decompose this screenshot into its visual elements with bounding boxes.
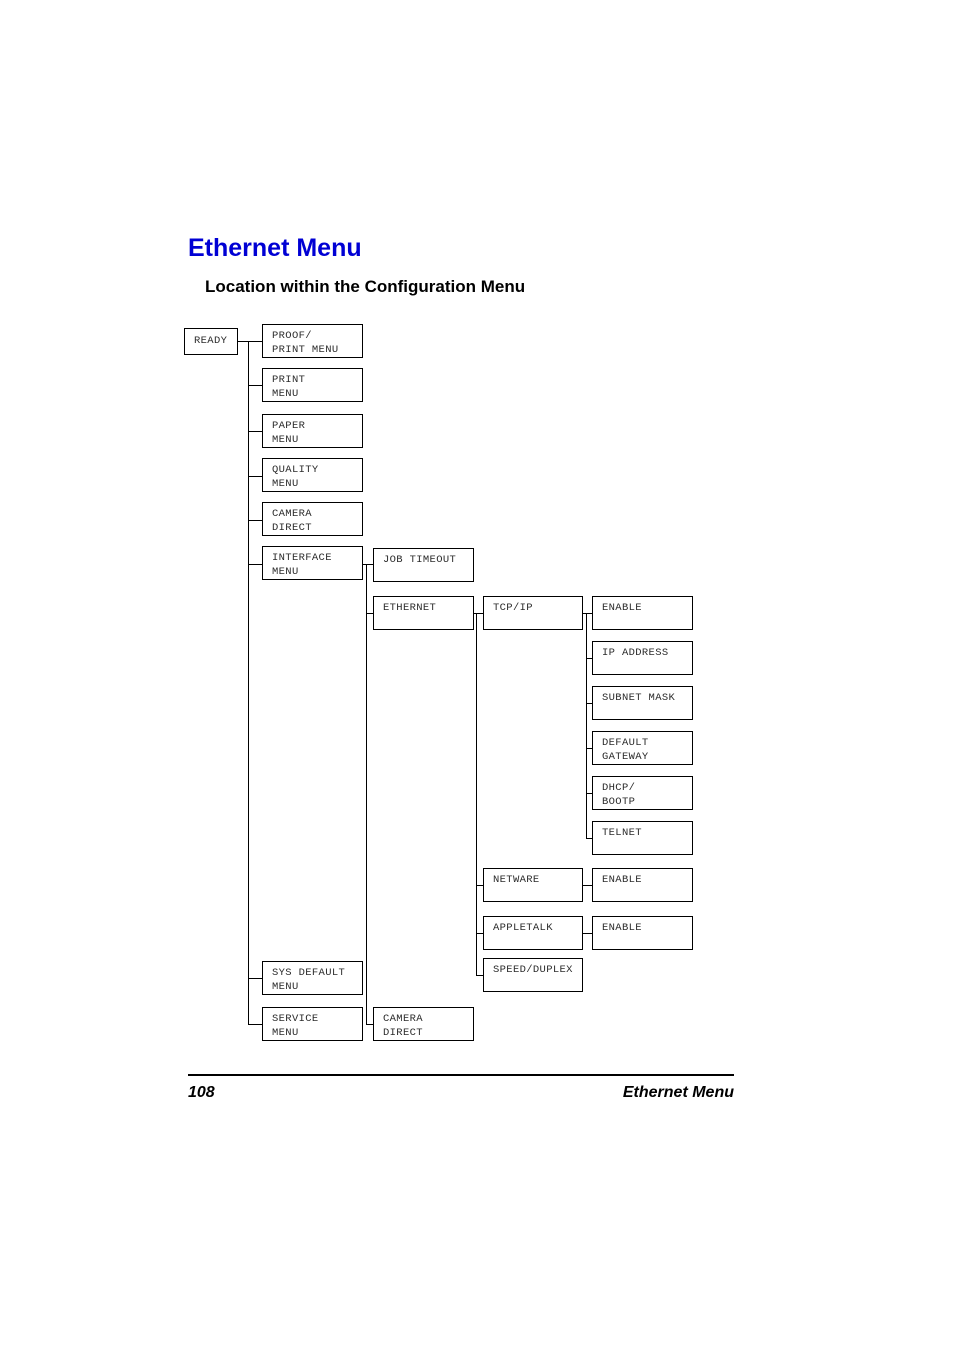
node-camera-direct-col1[interactable]: CAMERA DIRECT xyxy=(262,502,363,536)
connector-trunk-col4 xyxy=(586,613,588,839)
connector-trunk-col2 xyxy=(366,564,368,1024)
footer-divider xyxy=(188,1074,734,1076)
node-telnet[interactable]: TELNET xyxy=(592,821,693,855)
connector-trunk-col3 xyxy=(476,613,478,976)
connector-col1-stub xyxy=(248,1024,263,1026)
node-netware[interactable]: NETWARE xyxy=(483,868,583,902)
node-appletalk-enable[interactable]: ENABLE xyxy=(592,916,693,950)
node-ready[interactable]: READY xyxy=(184,328,238,355)
footer-page-number: 108 xyxy=(188,1084,215,1101)
node-print-menu[interactable]: PRINT MENU xyxy=(262,368,363,402)
connector-col1-stub xyxy=(248,520,263,522)
connector-col1-stub xyxy=(248,978,263,980)
node-ethernet[interactable]: ETHERNET xyxy=(373,596,474,630)
node-dhcp-bootp[interactable]: DHCP/ BOOTP xyxy=(592,776,693,810)
node-job-timeout[interactable]: JOB TIMEOUT xyxy=(373,548,474,582)
node-quality-menu[interactable]: QUALITY MENU xyxy=(262,458,363,492)
node-sys-default-menu[interactable]: SYS DEFAULT MENU xyxy=(262,961,363,995)
node-tcp-ip[interactable]: TCP/IP xyxy=(483,596,583,630)
node-ip-address[interactable]: IP ADDRESS xyxy=(592,641,693,675)
node-appletalk[interactable]: APPLETALK xyxy=(483,916,583,950)
node-default-gateway[interactable]: DEFAULT GATEWAY xyxy=(592,731,693,765)
configuration-menu-tree: READY PROOF/ PRINT MENU PRINT MENU PAPER… xyxy=(0,0,954,1120)
node-camera-direct-col2[interactable]: CAMERA DIRECT xyxy=(373,1007,474,1041)
connector-col1-stub xyxy=(248,385,263,387)
footer-section-label: Ethernet Menu xyxy=(622,1084,734,1101)
node-netware-enable[interactable]: ENABLE xyxy=(592,868,693,902)
node-paper-menu[interactable]: PAPER MENU xyxy=(262,414,363,448)
node-tcpip-enable[interactable]: ENABLE xyxy=(592,596,693,630)
node-proof-print-menu[interactable]: PROOF/ PRINT MENU xyxy=(262,324,363,358)
document-page: Ethernet Menu Location within the Config… xyxy=(0,0,954,1350)
node-speed-duplex[interactable]: SPEED/DUPLEX xyxy=(483,958,583,992)
connector-col1-stub xyxy=(248,431,263,433)
connector-ready xyxy=(238,341,264,343)
connector-trunk-main xyxy=(248,341,250,1024)
connector-col1-stub xyxy=(248,564,263,566)
node-subnet-mask[interactable]: SUBNET MASK xyxy=(592,686,693,720)
connector-col1-stub xyxy=(248,476,263,478)
node-service-menu[interactable]: SERVICE MENU xyxy=(262,1007,363,1041)
node-interface-menu[interactable]: INTERFACE MENU xyxy=(262,546,363,580)
